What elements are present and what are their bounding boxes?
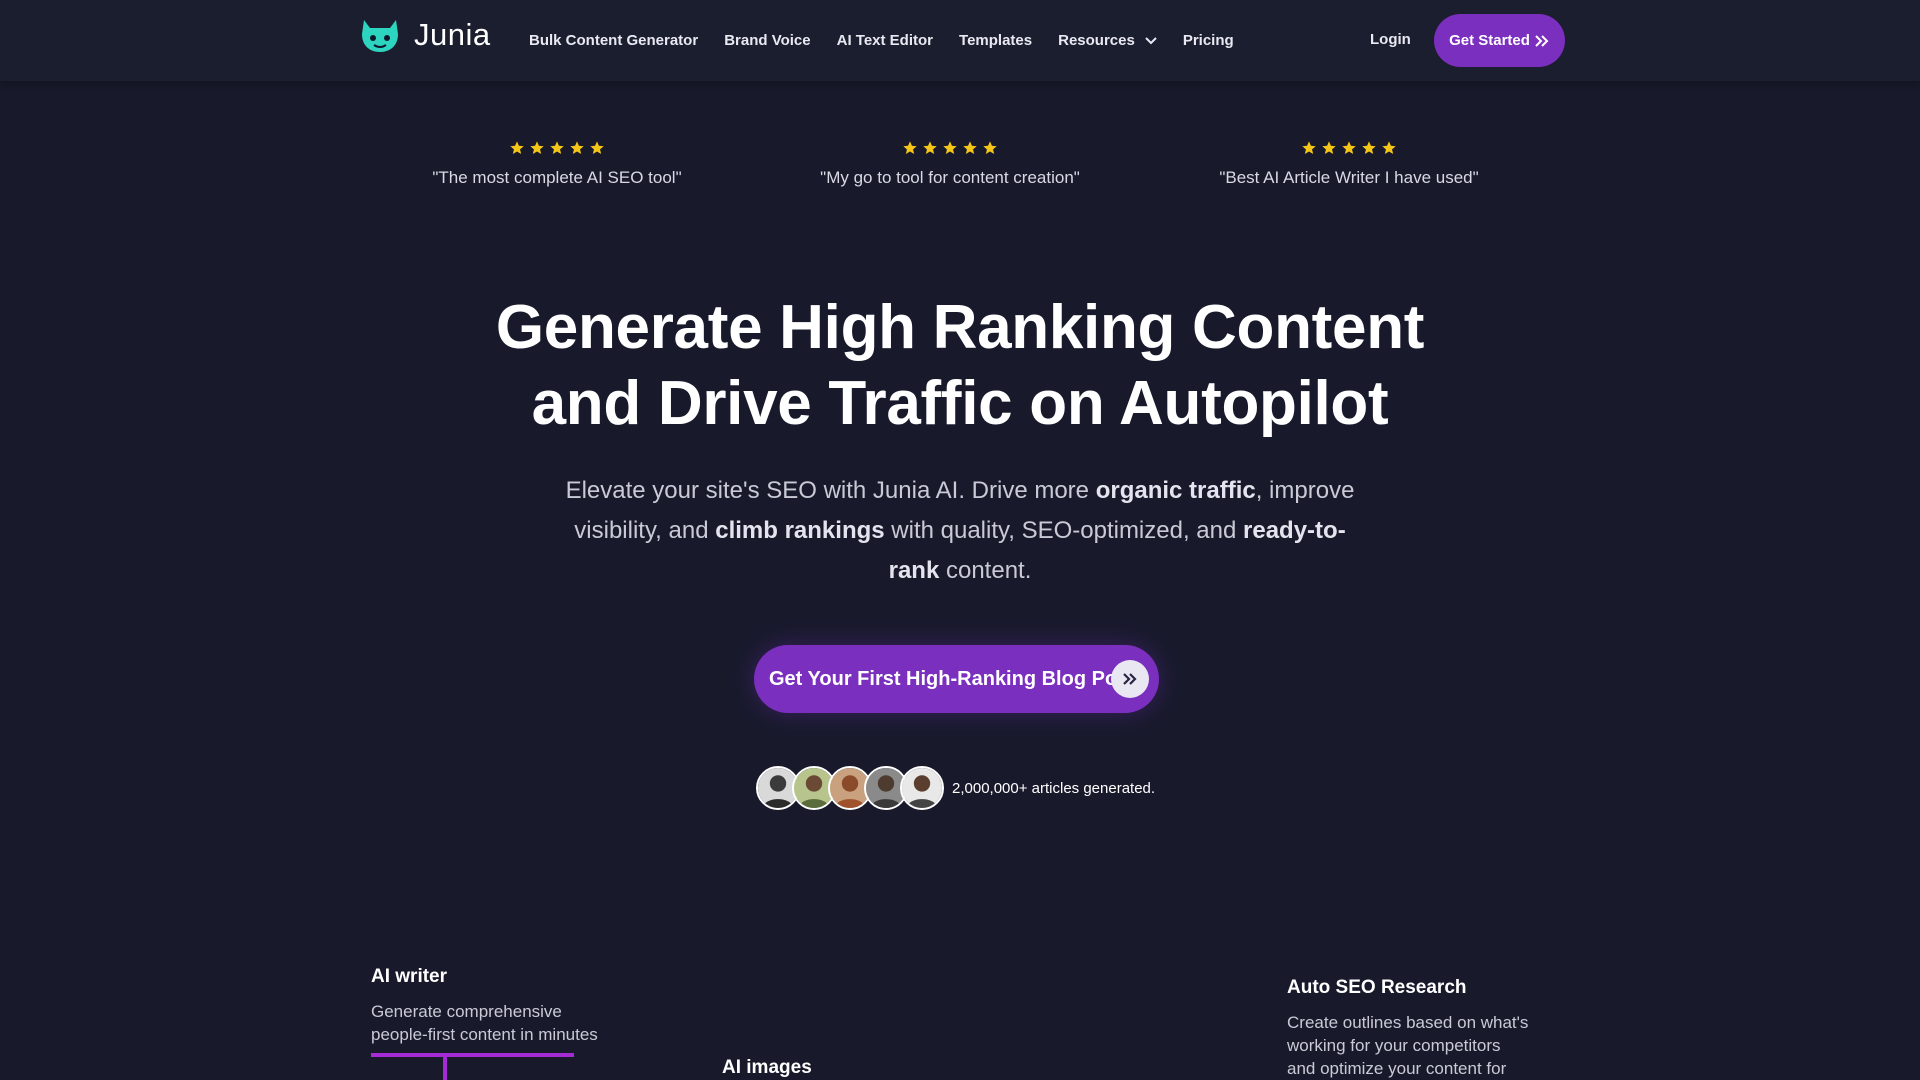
star-icon [1342,141,1356,154]
testimonial-quote: "Best AI Article Writer I have used" [1219,168,1479,187]
feature-auto-seo-description: Create outlines based on what's working … [1287,1011,1528,1080]
testimonial-quote: "The most complete AI SEO tool" [432,168,682,187]
star-icon [1322,141,1336,154]
star-icon [983,141,997,154]
hero-subtitle-text-4: content. [939,557,1032,584]
feature-ai-writer-desc-line-2: people-first content in minutes [371,1025,598,1044]
star-icon [903,141,917,154]
nav-templates[interactable]: Templates [959,32,1032,49]
avatar-icon [900,766,944,810]
get-started-button[interactable]: Get Started [1434,14,1565,67]
social-proof: 2,000,000+ articles generated. [756,766,1155,810]
avatar-group [756,766,944,810]
star-icon [590,141,604,154]
hero-title-line-1: Generate High Ranking Content [495,293,1425,362]
chevron-down-icon [1145,36,1157,44]
cta-label: Get Your First High-Ranking Blog Post [769,667,1135,690]
star-rating [1169,140,1529,160]
hero-title: Generate High Ranking Content and Drive … [460,290,1460,442]
star-icon [510,141,524,154]
feature-auto-seo-desc-line-1: Create outlines based on what's [1287,1013,1529,1032]
top-navigation: Junia Bulk Content Generator Brand Voice… [0,0,1920,81]
cta-arrow-circle [1111,660,1149,698]
first-blog-post-button[interactable]: Get Your First High-Ranking Blog Post [754,645,1159,713]
get-started-label: Get Started [1449,32,1530,49]
hero-subtitle-bold-1: organic traffic [1095,477,1256,504]
feature-connector-line [443,1057,447,1080]
star-icon [570,141,584,154]
hero-subtitle: Elevate your site's SEO with Junia AI. D… [560,471,1360,591]
hero-title-line-2: and Drive Traffic on Autopilot [531,369,1389,438]
feature-ai-images-title: AI images [722,1057,812,1078]
testimonial-3: "Best AI Article Writer I have used" [1169,140,1529,188]
star-icon [923,141,937,154]
testimonial-quote: "My go to tool for content creation" [820,168,1080,187]
feature-ai-writer-underline [371,1053,574,1057]
feature-ai-writer-desc-line-1: Generate comprehensive [371,1002,562,1021]
star-icon [963,141,977,154]
star-icon [530,141,544,154]
hero-subtitle-text-3: with quality, SEO-optimized, and [884,517,1244,544]
nav-bulk-content-generator[interactable]: Bulk Content Generator [529,32,698,49]
double-chevron-right-icon [1123,673,1137,685]
feature-ai-writer-title: AI writer [371,966,448,987]
junia-logo-icon [362,20,398,52]
nav-ai-text-editor[interactable]: AI Text Editor [837,32,933,49]
star-rating [377,140,737,160]
double-chevron-right-icon [1535,34,1549,47]
feature-auto-seo-title: Auto SEO Research [1287,977,1467,998]
login-link[interactable]: Login [1370,31,1411,48]
feature-ai-writer-description: Generate comprehensive people-first cont… [371,1000,598,1046]
star-icon [1302,141,1316,154]
star-icon [1362,141,1376,154]
nav-brand-voice[interactable]: Brand Voice [724,32,810,49]
nav-links: Bulk Content Generator Brand Voice AI Te… [529,0,1260,81]
star-icon [943,141,957,154]
star-icon [1382,141,1396,154]
brand-name: Junia [414,17,491,52]
testimonial-2: "My go to tool for content creation" [770,140,1130,188]
hero-subtitle-bold-2: climb rankings [715,517,885,544]
nav-resources-dropdown[interactable]: Resources [1058,32,1157,49]
star-rating [770,140,1130,160]
feature-auto-seo-desc-line-3: and optimize your content for [1287,1059,1507,1078]
articles-generated-count: 2,000,000+ articles generated. [952,779,1156,797]
testimonial-1: "The most complete AI SEO tool" [377,140,737,188]
star-icon [550,141,564,154]
nav-resources-label: Resources [1058,32,1135,49]
hero-subtitle-text-1: Elevate your site's SEO with Junia AI. D… [565,477,1096,504]
logo[interactable]: Junia [356,14,491,56]
nav-pricing[interactable]: Pricing [1183,32,1234,49]
feature-auto-seo-desc-line-2: working for your competitors [1287,1036,1501,1055]
